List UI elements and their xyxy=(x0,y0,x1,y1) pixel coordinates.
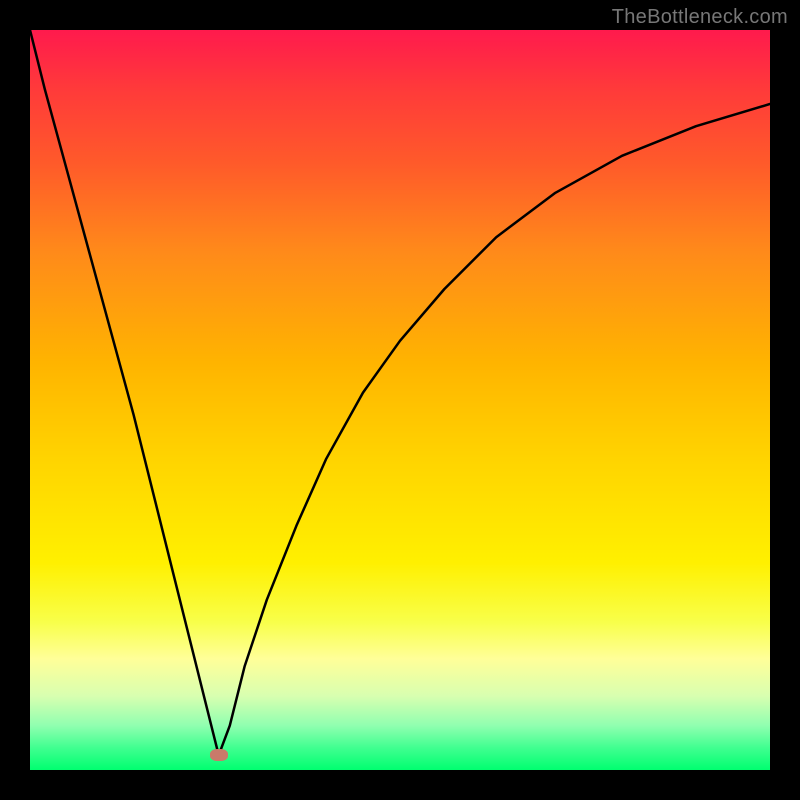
chart-frame: TheBottleneck.com xyxy=(0,0,800,800)
curve-svg xyxy=(30,30,770,770)
optimal-point-marker xyxy=(210,749,228,761)
watermark-text: TheBottleneck.com xyxy=(612,6,788,29)
bottleneck-curve xyxy=(30,30,770,755)
plot-area xyxy=(30,30,770,770)
